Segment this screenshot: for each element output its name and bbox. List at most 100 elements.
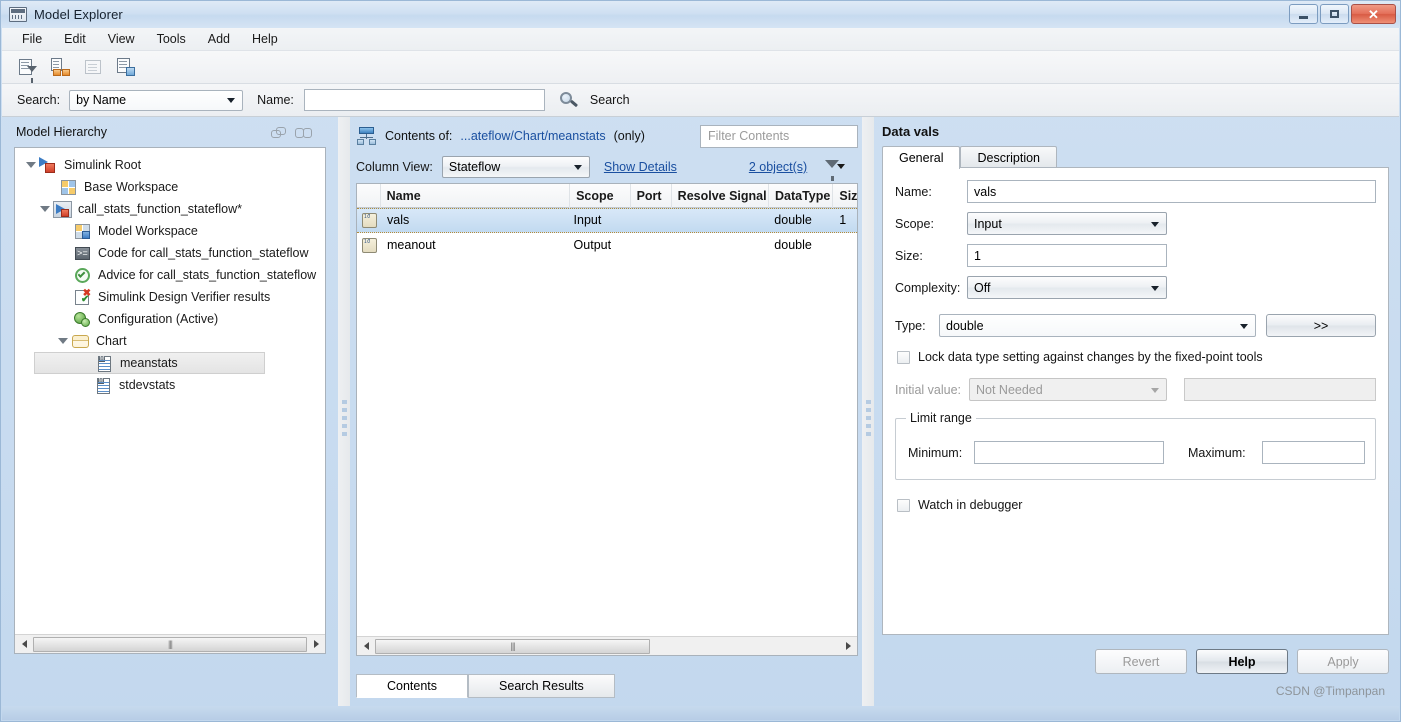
expander-icon[interactable] [37,206,53,212]
tab-description[interactable]: Description [960,146,1058,169]
type-more-button[interactable]: >> [1266,314,1376,337]
watch-debugger-checkbox[interactable] [897,498,910,512]
menu-file[interactable]: File [11,29,53,49]
magnifier-icon[interactable] [556,89,582,111]
name-label: Name: [895,184,932,199]
table-header-resolve-signal[interactable]: Resolve Signal [672,184,769,208]
scroll-left-icon[interactable] [357,638,375,655]
scroll-right-icon[interactable] [839,638,857,655]
minimize-button[interactable] [1289,4,1318,24]
name-field-row: Name: vals [895,180,1376,203]
table-header-name[interactable]: Name [381,184,571,208]
tree-item-code-for-model[interactable]: >= Code for call_stats_function_stateflo… [15,242,325,264]
revert-button[interactable]: Revert [1095,649,1187,674]
minimum-input[interactable] [974,441,1164,464]
maximize-button[interactable] [1320,4,1349,24]
search-filter-icon[interactable] [16,56,40,83]
search-by-dropdown[interactable]: by Name [69,89,244,111]
type-dropdown[interactable]: double [939,314,1256,337]
close-icon: ✕ [1368,6,1379,22]
main-body: Model Hierarchy Simulink Root Base Works… [2,117,1399,720]
data-icon [362,213,377,228]
tree-item-call-stats-function-stateflow[interactable]: call_stats_function_stateflow* [15,198,325,220]
link-blocks-icon[interactable] [49,56,73,79]
limit-range-row: Minimum: Maximum: [908,441,1365,464]
size-input[interactable]: 1 [967,244,1167,267]
maximum-input[interactable] [1262,441,1365,464]
table-row[interactable]: meanout Output double [357,233,857,258]
lock-datatype-row[interactable]: Lock data type setting against changes b… [897,350,1263,364]
initial-value-value: Not Needed [976,382,1043,397]
model-hierarchy-tree[interactable]: Simulink Root Base Workspace call_stats_… [14,147,326,654]
complexity-field-row: Complexity: Off [895,276,1167,299]
close-button[interactable]: ✕ [1351,4,1396,24]
page-title: Data vals [882,124,940,139]
tab-general[interactable]: General [882,146,961,169]
tree-item-chart[interactable]: Chart [15,330,325,352]
contents-horizontal-scrollbar[interactable] [357,636,857,655]
filter-contents-input[interactable]: Filter Contents [700,124,858,148]
table-header-port[interactable]: Port [631,184,672,208]
tree-item-design-verifier-results[interactable]: ✖ ✔ Simulink Design Verifier results [15,286,325,308]
tree-item-configuration-active[interactable]: Configuration (Active) [15,308,325,330]
scroll-thumb[interactable] [33,636,307,652]
expander-icon[interactable] [55,338,71,344]
scope-value: Input [974,216,1002,231]
tab-contents[interactable]: Contents [356,674,469,698]
scope-dropdown[interactable]: Input [967,212,1167,235]
filter-dropdown-icon[interactable] [823,158,846,181]
table-header-datatype[interactable]: DataType [769,184,834,208]
show-details-link[interactable]: Show Details [604,160,677,174]
tool-bar [2,51,1399,84]
copy-document-icon[interactable] [115,56,139,79]
splitter-grip [341,399,347,438]
tree-item-label: meanstats [120,356,178,370]
watch-debugger-row[interactable]: Watch in debugger [897,498,1022,512]
search-button[interactable]: Search [590,93,630,107]
table-header-size[interactable]: Siz [833,184,857,208]
lock-datatype-label: Lock data type setting against changes b… [918,350,1263,364]
complexity-dropdown[interactable]: Off [967,276,1167,299]
scroll-thumb[interactable] [375,638,650,654]
scroll-right-icon[interactable] [307,636,325,653]
column-view-dropdown[interactable]: Stateflow [441,156,590,178]
contents-only-label: (only) [613,129,645,143]
cell-scope: Output [573,238,612,252]
tree-item-model-workspace[interactable]: Model Workspace [15,220,325,242]
tree-item-label: Simulink Design Verifier results [98,290,271,304]
splitter-right[interactable] [862,117,874,720]
cell-scope: Input [573,213,602,227]
menu-help[interactable]: Help [241,29,289,49]
tree-item-advice-for-model[interactable]: Advice for call_stats_function_stateflow [15,264,325,286]
glasses-icon[interactable] [293,122,314,141]
menu-edit[interactable]: Edit [53,29,97,49]
menu-add[interactable]: Add [197,29,241,49]
apply-button[interactable]: Apply [1297,649,1389,674]
splitter-left[interactable] [338,117,350,720]
menu-tools[interactable]: Tools [146,29,197,49]
link-icon[interactable] [267,122,288,141]
contents-path[interactable]: ...ateflow/Chart/meanstats [460,129,605,143]
tree-horizontal-scrollbar[interactable] [15,634,325,653]
tree-item-meanstats[interactable]: M meanstats [34,352,265,374]
tree-item-base-workspace[interactable]: Base Workspace [15,176,325,198]
tree-item-simulink-root[interactable]: Simulink Root [15,154,325,176]
lock-datatype-checkbox[interactable] [897,350,910,364]
help-button[interactable]: Help [1196,649,1288,674]
name-input[interactable]: vals [967,180,1376,203]
contents-table[interactable]: Name Scope Port Resolve Signal DataType … [356,183,858,656]
contents-tab-strip: Contents Search Results [356,673,615,698]
object-count-link[interactable]: 2 object(s) [749,160,807,174]
tab-search-results[interactable]: Search Results [468,674,615,698]
expander-icon[interactable] [23,162,39,168]
table-row[interactable]: vals Input double 1 [357,208,857,233]
tree-item-stdevstats[interactable]: M stdevstats [15,374,325,396]
model-icon [53,200,72,218]
chevron-down-icon [573,165,582,170]
scroll-left-icon[interactable] [15,636,33,653]
menu-bar: File Edit View Tools Add Help [2,28,1399,51]
search-name-input[interactable] [303,89,545,111]
model-hierarchy-title: Model Hierarchy [16,125,108,139]
table-header-scope[interactable]: Scope [570,184,631,208]
menu-view[interactable]: View [97,29,146,49]
